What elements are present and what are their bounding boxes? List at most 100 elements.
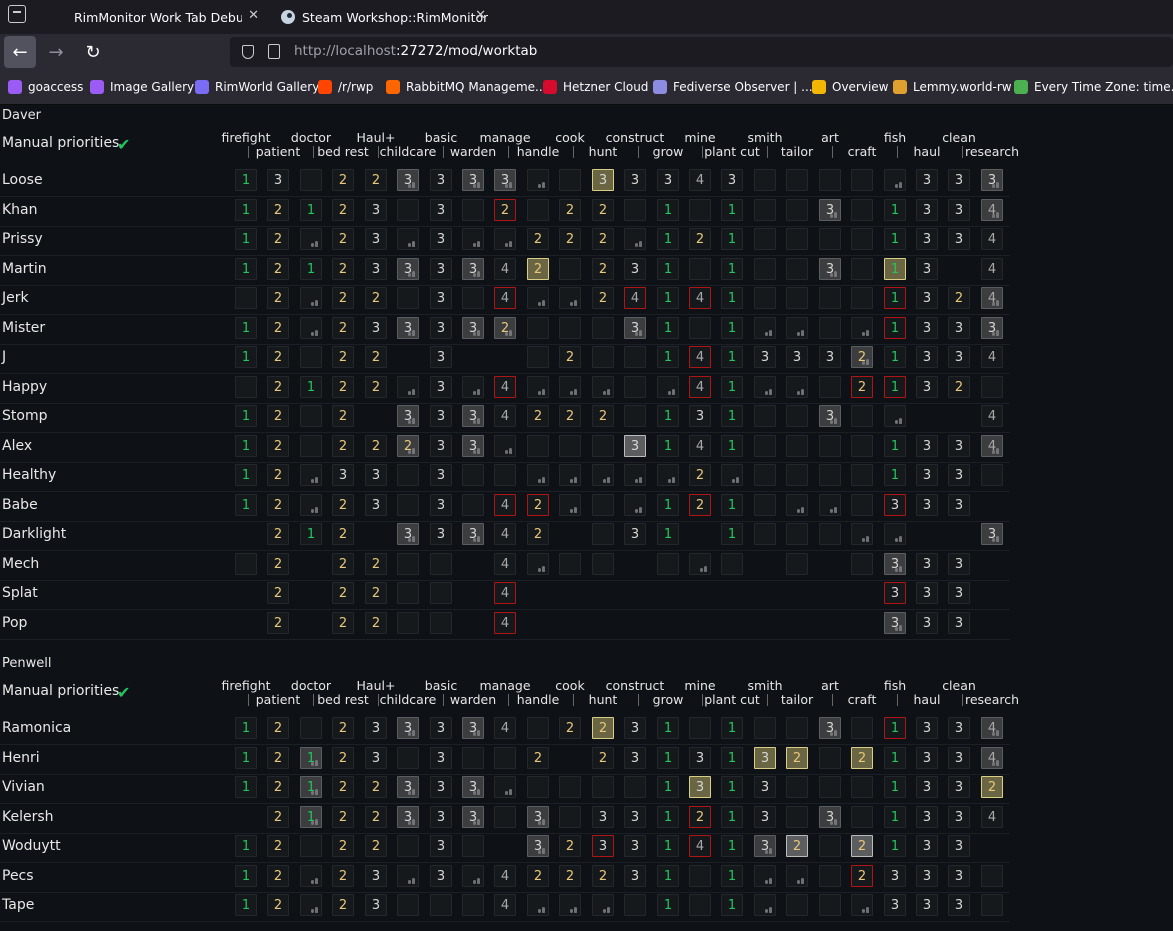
priority-cell[interactable]: 3 [948,717,970,739]
close-tab-icon[interactable]: ✕ [475,8,486,23]
priority-cell[interactable]: 1 [300,199,322,221]
priority-cell[interactable] [754,717,776,739]
bookmark-8[interactable]: Lemmy.world-rw [893,78,1012,96]
priority-cell[interactable]: 1 [235,258,257,280]
priority-cell[interactable]: 1 [721,865,743,887]
priority-cell[interactable]: 2 [332,228,354,250]
priority-cell[interactable]: 3 [462,258,484,280]
priority-cell[interactable] [851,405,873,427]
priority-cell[interactable] [819,494,841,516]
priority-cell[interactable]: 3 [365,258,387,280]
priority-cell[interactable]: 2 [689,806,711,828]
reload-button[interactable]: ↻ [77,36,109,68]
priority-cell[interactable] [397,287,419,309]
priority-cell[interactable] [754,199,776,221]
priority-cell[interactable]: 2 [332,376,354,398]
priority-cell[interactable] [300,405,322,427]
priority-cell[interactable]: 3 [397,776,419,798]
priority-cell[interactable]: 3 [365,865,387,887]
priority-cell[interactable]: 4 [494,553,516,575]
priority-cell[interactable]: 3 [592,835,614,857]
priority-cell[interactable] [430,582,452,604]
priority-cell[interactable]: 1 [721,405,743,427]
pawn-name[interactable]: Vivian [2,779,45,795]
priority-cell[interactable]: 2 [592,405,614,427]
manual-priorities-check-icon[interactable]: ✔ [117,685,131,701]
priority-cell[interactable] [851,287,873,309]
priority-cell[interactable]: 1 [884,776,906,798]
priority-cell[interactable]: 1 [884,258,906,280]
priority-cell[interactable]: 4 [494,582,516,604]
priority-cell[interactable]: 3 [462,717,484,739]
priority-cell[interactable]: 2 [332,317,354,339]
priority-cell[interactable]: 2 [365,553,387,575]
priority-cell[interactable] [786,435,808,457]
priority-cell[interactable] [527,435,549,457]
priority-cell[interactable] [397,553,419,575]
priority-cell[interactable]: 1 [657,865,679,887]
priority-cell[interactable]: 4 [689,376,711,398]
priority-cell[interactable] [397,494,419,516]
priority-cell[interactable]: 3 [754,747,776,769]
priority-cell[interactable]: 2 [365,582,387,604]
priority-cell[interactable]: 2 [397,435,419,457]
priority-cell[interactable] [754,405,776,427]
priority-cell[interactable]: 3 [916,346,938,368]
priority-cell[interactable]: 3 [916,894,938,916]
priority-cell[interactable]: 1 [657,317,679,339]
priority-cell[interactable]: 3 [365,317,387,339]
priority-cell[interactable]: 1 [235,717,257,739]
priority-cell[interactable]: 2 [267,405,289,427]
priority-cell[interactable] [981,376,1003,398]
priority-cell[interactable]: 1 [235,865,257,887]
priority-cell[interactable] [819,376,841,398]
priority-cell[interactable]: 3 [462,169,484,191]
bookmark-5[interactable]: Hetzner Cloud [543,78,648,96]
tab-list-icon[interactable] [8,5,26,23]
pawn-name[interactable]: Tape [2,897,34,913]
priority-cell[interactable]: 2 [267,835,289,857]
priority-cell[interactable]: 3 [916,169,938,191]
priority-cell[interactable]: 3 [430,865,452,887]
priority-cell[interactable] [527,287,549,309]
priority-cell[interactable]: 1 [657,405,679,427]
priority-cell[interactable]: 4 [494,612,516,634]
priority-cell[interactable]: 2 [365,346,387,368]
priority-cell[interactable] [300,717,322,739]
priority-cell[interactable]: 4 [689,435,711,457]
priority-cell[interactable]: 3 [624,747,646,769]
bookmark-0[interactable]: goaccess [8,78,83,96]
priority-cell[interactable] [819,747,841,769]
bookmark-1[interactable]: Image Gallery [90,78,194,96]
priority-cell[interactable]: 2 [527,747,549,769]
priority-cell[interactable]: 2 [851,376,873,398]
priority-cell[interactable] [592,317,614,339]
priority-cell[interactable] [689,199,711,221]
priority-cell[interactable]: 3 [365,747,387,769]
priority-cell[interactable] [786,287,808,309]
priority-cell[interactable]: 1 [721,346,743,368]
priority-cell[interactable] [559,894,581,916]
tab-steam-workshop[interactable]: Steam Workshop::RimMonitor ✕ [268,0,490,34]
priority-cell[interactable]: 1 [721,835,743,857]
priority-cell[interactable]: 2 [267,494,289,516]
priority-cell[interactable] [786,169,808,191]
priority-cell[interactable] [786,776,808,798]
priority-cell[interactable]: 3 [916,199,938,221]
priority-cell[interactable]: 1 [657,346,679,368]
priority-cell[interactable]: 3 [754,806,776,828]
priority-cell[interactable]: 2 [332,776,354,798]
priority-cell[interactable] [462,894,484,916]
priority-cell[interactable] [819,435,841,457]
priority-cell[interactable] [592,376,614,398]
priority-cell[interactable] [397,376,419,398]
priority-cell[interactable]: 3 [916,553,938,575]
priority-cell[interactable]: 1 [300,523,322,545]
priority-cell[interactable] [819,464,841,486]
priority-cell[interactable]: 4 [981,806,1003,828]
priority-cell[interactable]: 2 [689,228,711,250]
bookmark-2[interactable]: RimWorld Gallery [195,78,319,96]
priority-cell[interactable]: 2 [267,747,289,769]
priority-cell[interactable]: 3 [948,435,970,457]
priority-cell[interactable] [819,523,841,545]
